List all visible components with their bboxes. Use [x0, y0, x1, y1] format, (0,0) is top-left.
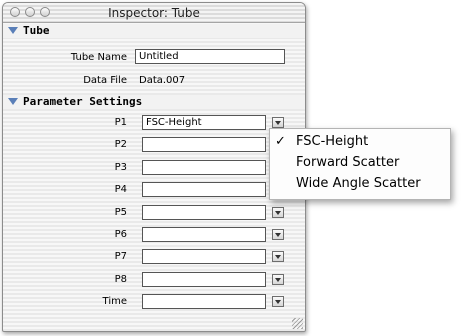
menu-item-forward-scatter[interactable]: Forward Scatter — [270, 153, 450, 173]
title-bar[interactable]: Inspector: Tube — [3, 3, 305, 23]
parameter-field[interactable] — [142, 249, 266, 264]
parameter-section-header[interactable]: Parameter Settings — [3, 95, 305, 109]
checkmark-icon: ✓ — [275, 134, 286, 149]
dropdown-arrow-icon[interactable] — [272, 229, 284, 240]
parameter-popup-menu: ✓ FSC-Height Forward Scatter Wide Angle … — [269, 128, 451, 200]
dropdown-arrow-icon[interactable] — [272, 251, 284, 262]
menu-item-label: Wide Angle Scatter — [296, 176, 421, 191]
parameter-field[interactable] — [142, 227, 266, 242]
parameter-field[interactable]: FSC-Height — [142, 115, 266, 130]
tube-name-field[interactable]: Untitled — [135, 49, 285, 64]
menu-item-label: FSC-Height — [296, 134, 369, 149]
parameter-label: P8 — [114, 274, 127, 285]
dropdown-arrow-icon[interactable] — [272, 274, 284, 285]
dropdown-arrow-icon[interactable] — [272, 207, 284, 218]
resize-grip-icon[interactable] — [292, 318, 303, 329]
parameter-field[interactable] — [142, 294, 266, 309]
parameter-label: P6 — [114, 229, 127, 240]
menu-item-label: Forward Scatter — [296, 155, 400, 170]
parameter-field[interactable] — [142, 272, 266, 287]
data-file-label: Data File — [83, 75, 127, 86]
tube-section-header[interactable]: Tube — [3, 24, 305, 38]
tube-name-label: Tube Name — [70, 52, 127, 63]
window-title: Inspector: Tube — [108, 6, 200, 20]
parameter-label: P3 — [114, 162, 127, 173]
parameter-field[interactable] — [142, 137, 266, 152]
menu-item-wide-angle-scatter[interactable]: Wide Angle Scatter — [270, 174, 450, 194]
parameter-field[interactable] — [142, 160, 266, 175]
parameter-label: P5 — [114, 207, 127, 218]
parameter-field[interactable] — [142, 182, 266, 197]
menu-item-fsc-height[interactable]: ✓ FSC-Height — [270, 132, 450, 152]
dropdown-arrow-icon[interactable] — [272, 296, 284, 307]
parameter-label: P4 — [114, 184, 127, 195]
inspector-window: Inspector: Tube Tube Tube Name Untitled … — [2, 2, 306, 332]
parameter-label: P2 — [114, 139, 127, 150]
parameter-label: P1 — [114, 117, 127, 128]
data-file-value: Data.007 — [139, 75, 186, 86]
disclosure-triangle-icon[interactable] — [8, 98, 18, 105]
disclosure-triangle-icon[interactable] — [8, 27, 18, 34]
parameter-label: Time — [102, 296, 127, 307]
tube-section-label: Tube — [23, 24, 50, 37]
parameter-section-label: Parameter Settings — [23, 95, 143, 108]
parameter-field[interactable] — [142, 205, 266, 220]
parameter-label: P7 — [114, 251, 127, 262]
dropdown-arrow-icon[interactable] — [272, 117, 284, 128]
